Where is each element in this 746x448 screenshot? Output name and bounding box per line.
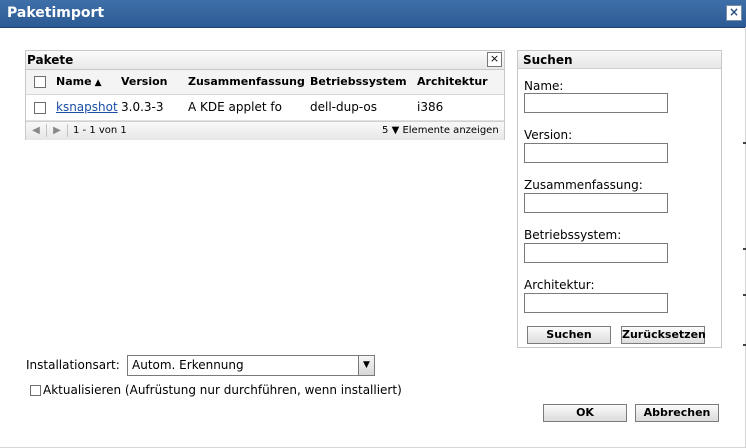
update-checkbox[interactable] <box>30 385 41 396</box>
name-field[interactable] <box>524 93 668 113</box>
pagination-bar: ◀ ▶ 1 - 1 von 1 5 ▼ Elemente anzeigen <box>26 121 504 140</box>
install-type-select[interactable]: Autom. Erkennung ▼ <box>127 355 375 376</box>
column-os[interactable]: Betriebssystem <box>310 75 407 88</box>
page-size-selector[interactable]: 5 ▼ Elemente anzeigen <box>382 125 499 136</box>
os-label: Betriebssystem: <box>524 228 622 242</box>
pager-previous-icon[interactable]: ◀ <box>30 125 42 136</box>
column-version[interactable]: Version <box>121 75 168 88</box>
packages-panel-title: Pakete <box>27 53 74 67</box>
architecture-field[interactable] <box>524 293 668 313</box>
dialog-title: Paketimport <box>7 5 105 21</box>
package-os: dell-dup-os <box>310 100 377 114</box>
sort-ascending-icon[interactable]: ▲ <box>95 78 102 88</box>
column-name-label: Name <box>56 75 92 88</box>
pager-separator <box>67 124 68 137</box>
packages-panel: Pakete × Name ▲ Version Zusammenfassung B… <box>25 50 505 140</box>
table-header: Name ▲ Version Zusammenfassung Betriebssy… <box>26 70 504 95</box>
update-label: Aktualisieren (Aufrüstung nur durchführe… <box>43 383 402 397</box>
titlebar: Paketimport × <box>0 0 746 28</box>
architecture-label: Architektur: <box>524 278 595 292</box>
table-row[interactable]: ksnapshot 3.0.3-3 A KDE applet fo dell-d… <box>26 95 504 121</box>
ok-button[interactable]: OK <box>543 404 627 422</box>
search-button[interactable]: Suchen <box>527 326 611 344</box>
version-label: Version: <box>524 128 573 142</box>
row-checkbox[interactable] <box>34 102 46 114</box>
package-summary: A KDE applet fo <box>188 100 282 114</box>
column-summary[interactable]: Zusammenfassung <box>188 75 305 88</box>
package-name-link[interactable]: ksnapshot <box>56 100 118 114</box>
name-label: Name: <box>524 79 564 93</box>
install-type-value: Autom. Erkennung <box>132 358 244 372</box>
search-panel-header: Suchen <box>518 51 721 69</box>
close-icon[interactable]: × <box>726 5 742 21</box>
summary-field[interactable] <box>524 193 668 213</box>
pager-separator <box>46 124 47 137</box>
package-architecture: i386 <box>417 100 444 114</box>
chevron-down-icon[interactable]: ▼ <box>392 125 400 136</box>
summary-label: Zusammenfassung: <box>524 178 643 192</box>
page-size-value[interactable]: 5 <box>382 125 388 136</box>
install-type-label: Installationsart: <box>26 358 120 372</box>
version-field[interactable] <box>524 143 668 163</box>
search-panel: Suchen Name: Version: Zusammenfassung: B… <box>517 50 722 348</box>
page-size-label: Elemente anzeigen <box>402 125 499 136</box>
packages-panel-header: Pakete × <box>26 51 504 70</box>
os-field[interactable] <box>524 243 668 263</box>
chevron-down-icon[interactable]: ▼ <box>358 356 374 375</box>
package-import-dialog: Paketimport × Pakete × Name ▲ Version Zus… <box>0 0 746 448</box>
reset-button[interactable]: Zurücksetzen <box>621 326 706 344</box>
select-all-checkbox[interactable] <box>34 76 46 88</box>
pager-range: 1 - 1 von 1 <box>73 125 127 136</box>
close-icon[interactable]: × <box>487 52 502 67</box>
package-version: 3.0.3-3 <box>121 100 164 114</box>
search-panel-title: Suchen <box>523 53 573 67</box>
pager-next-icon[interactable]: ▶ <box>51 125 63 136</box>
column-name[interactable]: Name ▲ <box>56 75 101 88</box>
column-architecture[interactable]: Architektur <box>417 75 488 88</box>
cancel-button[interactable]: Abbrechen <box>635 404 719 422</box>
